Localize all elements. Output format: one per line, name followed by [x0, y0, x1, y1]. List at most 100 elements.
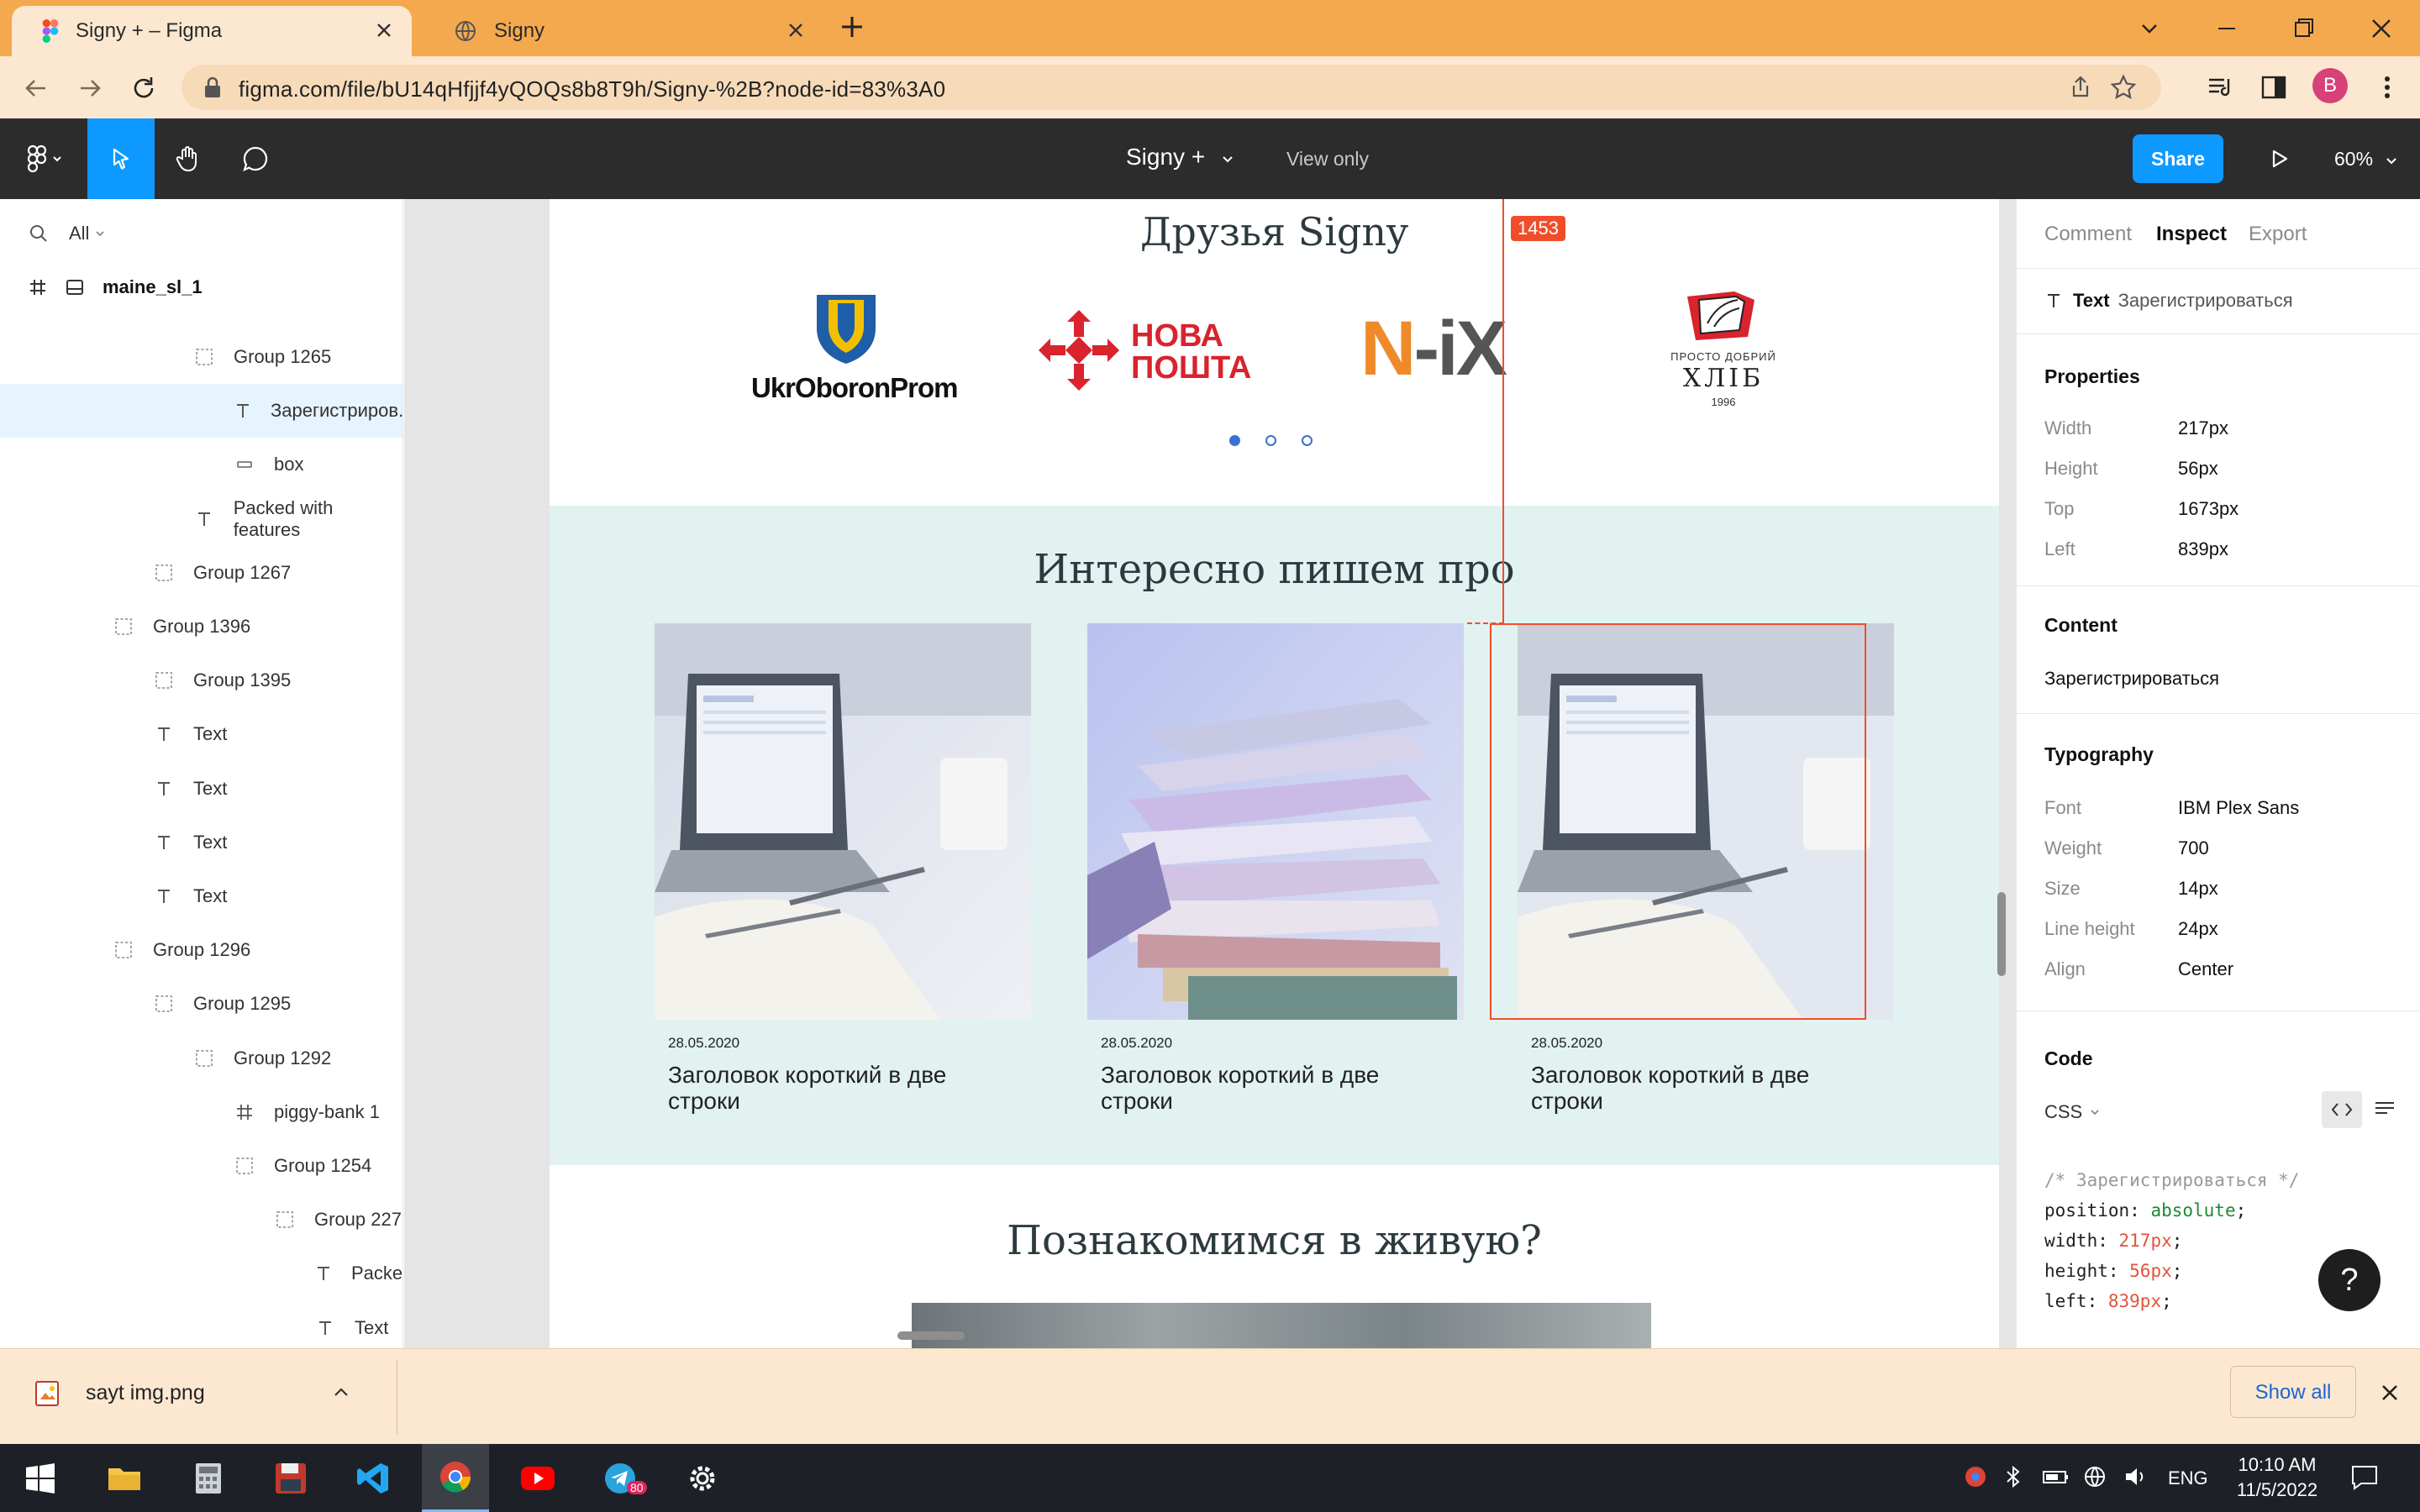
restore-icon[interactable]: [2289, 13, 2319, 44]
comment-tool-button[interactable]: [222, 118, 289, 199]
show-all-button[interactable]: Show all: [2230, 1366, 2356, 1418]
vertical-scrollbar[interactable]: [1997, 892, 2006, 976]
layer-row[interactable]: Group 1296: [0, 923, 402, 977]
calculator-icon[interactable]: [175, 1444, 242, 1512]
align-value[interactable]: Center: [2178, 958, 2233, 980]
file-explorer-icon[interactable]: [91, 1444, 158, 1512]
windows-taskbar: 80 ENG 10:10 AM 11/5/2022: [0, 1444, 2420, 1512]
close-icon[interactable]: [2378, 1381, 2402, 1404]
prop-height-value[interactable]: 56px: [2178, 458, 2218, 480]
download-item[interactable]: sayt img.png: [34, 1378, 351, 1408]
font-value[interactable]: IBM Plex Sans: [2178, 797, 2299, 819]
move-tool-button[interactable]: [87, 118, 155, 199]
weight-value[interactable]: 700: [2178, 837, 2209, 859]
chrome-icon[interactable]: [422, 1444, 489, 1512]
forward-arrow-icon[interactable]: [76, 74, 104, 102]
new-tab-icon[interactable]: [837, 12, 867, 42]
main-menu-button[interactable]: [20, 118, 71, 199]
avatar[interactable]: B: [2312, 68, 2348, 103]
side-panel-icon[interactable]: [2259, 72, 2289, 102]
tab-comment[interactable]: Comment: [2044, 223, 2132, 246]
layer-row[interactable]: Text: [0, 869, 402, 923]
windows-start-icon[interactable]: [7, 1444, 74, 1512]
clock[interactable]: 10:10 AM 11/5/2022: [2227, 1452, 2328, 1503]
close-icon[interactable]: [373, 19, 395, 41]
more-vert-icon[interactable]: [2375, 73, 2400, 102]
tab-signy[interactable]: Signy: [424, 6, 823, 56]
bookmark-star-icon[interactable]: [2109, 73, 2138, 102]
blog-card[interactable]: 28.05.2020 Заголовок короткий в две стро…: [655, 623, 1031, 1114]
blog-card[interactable]: 28.05.2020 Заголовок короткий в две стро…: [1087, 623, 1464, 1114]
size-value[interactable]: 14px: [2178, 878, 2218, 900]
layer-row[interactable]: piggy-bank 1: [0, 1085, 402, 1139]
nova-poshta-line2: ПОШТА: [1131, 350, 1252, 386]
carousel-dot[interactable]: [1302, 435, 1313, 446]
layer-row[interactable]: Group 1254: [0, 1139, 402, 1193]
layer-filter[interactable]: All: [29, 223, 106, 244]
layer-row[interactable]: Group 1265: [0, 330, 402, 384]
page-frame-row[interactable]: maine_sl_1: [29, 276, 203, 298]
search-icon[interactable]: [29, 223, 49, 244]
battery-icon[interactable]: [2042, 1464, 2070, 1489]
text-layer-icon: [234, 400, 252, 422]
minimize-icon[interactable]: [2212, 13, 2242, 44]
prop-left-value[interactable]: 839px: [2178, 538, 2228, 560]
layer-row[interactable]: Group 1396: [0, 600, 402, 654]
code-view-icon[interactable]: [2322, 1091, 2362, 1128]
tab-export[interactable]: Export: [2249, 223, 2307, 246]
reload-icon[interactable]: [129, 74, 158, 102]
share-page-icon[interactable]: [2067, 74, 2094, 101]
layer-row[interactable]: Packed...: [0, 1247, 402, 1300]
layer-row[interactable]: Packed with features: [0, 492, 402, 546]
media-control-icon[interactable]: [2205, 72, 2235, 102]
design-canvas[interactable]: Друзья Signy UkrOboronProm НОВА ПОШТА N-…: [404, 199, 2016, 1348]
file-name-menu[interactable]: Signy +: [1126, 144, 1235, 171]
language-indicator[interactable]: ENG: [2168, 1467, 2208, 1489]
hand-tool-button[interactable]: [155, 118, 222, 199]
zoom-menu[interactable]: 60%: [2334, 148, 2398, 171]
prop-top-value[interactable]: 1673px: [2178, 498, 2238, 520]
carousel-dot[interactable]: [1265, 435, 1276, 446]
telegram-icon[interactable]: 80: [587, 1444, 654, 1512]
tab-inspect[interactable]: Inspect: [2156, 223, 2227, 246]
tab-figma[interactable]: Signy + – Figma: [12, 6, 412, 56]
horizontal-scrollbar[interactable]: [897, 1331, 965, 1340]
settings-gear-icon[interactable]: [669, 1444, 736, 1512]
carousel-dot[interactable]: [1229, 435, 1240, 446]
prop-width-value[interactable]: 217px: [2178, 417, 2228, 439]
close-window-icon[interactable]: [2366, 13, 2396, 44]
tab-search-icon[interactable]: [2134, 13, 2165, 44]
url-bar[interactable]: figma.com/file/bU14qHfjjf4yQOQs8b8T9h/Si…: [182, 65, 2161, 110]
volume-icon[interactable]: [2123, 1464, 2148, 1489]
weight-label: Weight: [2044, 837, 2102, 858]
youtube-app-icon[interactable]: [504, 1444, 571, 1512]
chevron-up-icon[interactable]: [331, 1383, 351, 1403]
back-arrow-icon[interactable]: [22, 74, 50, 102]
notification-center-icon[interactable]: [2349, 1462, 2380, 1493]
layer-row[interactable]: Group 227: [0, 1193, 402, 1247]
layer-row[interactable]: box: [0, 438, 402, 491]
help-button[interactable]: ?: [2318, 1249, 2381, 1311]
list-view-icon[interactable]: [2374, 1100, 2396, 1120]
lock-icon[interactable]: [203, 76, 222, 99]
close-icon[interactable]: [785, 19, 807, 41]
layer-row[interactable]: Group 1295: [0, 977, 402, 1031]
layer-row[interactable]: Text: [0, 762, 402, 816]
chrome-tray-icon[interactable]: [1963, 1464, 1988, 1489]
network-globe-icon[interactable]: [2082, 1464, 2107, 1489]
layer-row[interactable]: Group 1292: [0, 1032, 402, 1085]
line-height-value[interactable]: 24px: [2178, 918, 2218, 940]
bluetooth-icon[interactable]: [2003, 1464, 2023, 1489]
layer-row[interactable]: Group 1395: [0, 654, 402, 707]
layer-row[interactable]: Зарегистриров...: [0, 384, 402, 438]
share-button[interactable]: Share: [2133, 134, 2223, 183]
present-play-button[interactable]: [2255, 118, 2302, 199]
content-value[interactable]: Зарегистрироваться: [2044, 668, 2219, 690]
code-language-select[interactable]: CSS: [2044, 1101, 2101, 1123]
vscode-icon[interactable]: [339, 1444, 407, 1512]
layer-row[interactable]: Text: [0, 1301, 402, 1348]
layer-row[interactable]: Group 1267: [0, 546, 402, 600]
save-disk-app-icon[interactable]: [257, 1444, 324, 1512]
layer-row[interactable]: Text: [0, 816, 402, 869]
layer-row[interactable]: Text: [0, 707, 402, 761]
